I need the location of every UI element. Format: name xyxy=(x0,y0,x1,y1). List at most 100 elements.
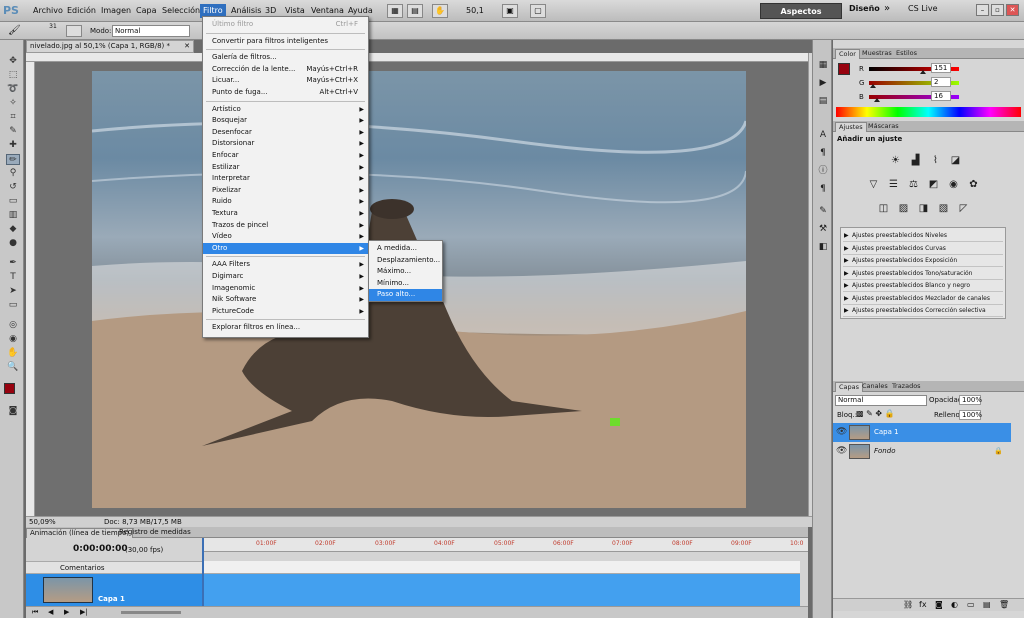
minimize-icon[interactable]: – xyxy=(976,4,989,16)
submenu-item[interactable]: Desplazamiento... xyxy=(369,255,442,267)
new-layer-icon[interactable]: ▤ xyxy=(983,600,991,609)
more-workspaces[interactable]: » xyxy=(884,3,890,14)
type-tool-icon[interactable]: T xyxy=(6,272,20,283)
clone-stamp-icon[interactable]: ⚲ xyxy=(6,168,20,179)
vibrance-icon[interactable]: ▽ xyxy=(867,179,880,191)
filter-menu-item[interactable]: Nik Software ▶ xyxy=(203,294,368,306)
preset-levels[interactable]: Ajustes preestablecidos Niveles xyxy=(843,230,1003,242)
filter-menu-item[interactable]: Galería de filtros... xyxy=(203,52,368,64)
filter-menu-item[interactable]: Enfocar ▶ xyxy=(203,150,368,162)
tab-swatches[interactable]: Muestras xyxy=(859,49,895,59)
zoom-tool-icon[interactable]: 🔍 xyxy=(6,362,20,373)
menu-capa[interactable]: Capa xyxy=(133,4,159,18)
workspace-design[interactable]: Diseño xyxy=(849,4,880,13)
slider-marker[interactable] xyxy=(869,84,876,88)
photo-filter-icon[interactable]: ◉ xyxy=(947,179,960,191)
zoom-level[interactable]: 50,1 xyxy=(463,4,487,18)
tab-adjustments[interactable]: Ajustes xyxy=(835,122,867,132)
posterize-icon[interactable]: ▨ xyxy=(897,203,910,215)
layer-comps-icon[interactable]: ◧ xyxy=(817,242,829,253)
lock-icons[interactable]: ▩ ✎ ✥ 🔒 xyxy=(856,409,895,418)
opacity-input[interactable]: 100% xyxy=(959,395,982,405)
status-zoom[interactable]: 50,09% xyxy=(29,517,56,527)
filter-menu-item[interactable]: PictureCode ▶ xyxy=(203,306,368,318)
filter-menu-item[interactable]: Explorar filtros en línea... xyxy=(203,322,368,334)
bridge-icon[interactable]: ▦ xyxy=(387,4,403,18)
menu-imagen[interactable]: Imagen xyxy=(98,4,134,18)
shape-tool-icon[interactable]: ▭ xyxy=(6,300,20,311)
mode-select[interactable]: Normal xyxy=(112,25,190,37)
add-mask-icon[interactable]: ◙ xyxy=(935,600,943,609)
info-icon[interactable]: ⓘ xyxy=(817,166,829,177)
filter-menu-item[interactable]: Otro ▶ xyxy=(203,242,368,255)
crop-tool-icon[interactable]: ⌗ xyxy=(6,112,20,123)
green-value[interactable]: 2 xyxy=(931,77,951,87)
link-layers-icon[interactable]: ⛓ xyxy=(903,600,913,609)
filter-menu-item[interactable]: Licuar... Mayús+Ctrl+X xyxy=(203,75,368,87)
comments-track[interactable] xyxy=(204,561,800,574)
healing-brush-icon[interactable]: ✚ xyxy=(6,140,20,151)
submenu-item[interactable]: Máximo... xyxy=(369,266,442,278)
filter-menu-item[interactable]: Estilizar ▶ xyxy=(203,162,368,174)
preset-black-white[interactable]: Ajustes preestablecidos Blanco y negro xyxy=(843,280,1003,292)
threshold-icon[interactable]: ◨ xyxy=(917,203,930,215)
hue-saturation-icon[interactable]: ☰ xyxy=(887,179,900,191)
submenu-item[interactable]: Paso alto... xyxy=(369,289,442,301)
close-icon[interactable]: ✕ xyxy=(1006,4,1019,16)
hand-tool-icon[interactable]: ✋ xyxy=(6,348,20,359)
pen-tool-icon[interactable]: ✒ xyxy=(6,258,20,269)
visibility-eye-icon[interactable]: 👁 xyxy=(836,423,847,442)
preset-exposure[interactable]: Ajustes preestablecidos Exposición xyxy=(843,255,1003,267)
tool-presets-icon[interactable]: ⚒ xyxy=(817,224,829,235)
close-tab-icon[interactable]: ✕ xyxy=(184,41,190,52)
prev-frame-icon[interactable]: ◀ xyxy=(48,608,53,616)
filter-menu-item[interactable]: Interpretar ▶ xyxy=(203,173,368,185)
minibridge-icon[interactable]: ▤ xyxy=(407,4,423,18)
3d-orbit-icon[interactable]: ◉ xyxy=(6,334,20,345)
character-icon[interactable]: A xyxy=(817,130,829,141)
layer-capa-1[interactable]: 👁 Capa 1 xyxy=(833,423,1011,442)
3d-rotate-icon[interactable]: ◎ xyxy=(6,320,20,331)
curves-icon[interactable]: ⌇ xyxy=(929,155,942,167)
filter-menu-item[interactable]: Corrección de la lente... Mayús+Ctrl+R xyxy=(203,64,368,76)
preset-hue-saturation[interactable]: Ajustes preestablecidos Tono/saturación xyxy=(843,268,1003,280)
filter-menu-item[interactable]: Convertir para filtros inteligentes xyxy=(203,36,368,48)
filter-menu-item[interactable]: Trazos de pincel ▶ xyxy=(203,220,368,232)
channel-mixer-icon[interactable]: ✿ xyxy=(967,179,980,191)
submenu-item[interactable]: Mínimo... xyxy=(369,278,442,290)
arrange-icon[interactable]: ▣ xyxy=(502,4,518,18)
layer-style-icon[interactable]: fx xyxy=(919,600,927,609)
filter-menu-item[interactable]: Punto de fuga... Alt+Ctrl+V xyxy=(203,87,368,99)
layer-fondo[interactable]: 👁 Fondo 🔒 xyxy=(833,442,1011,461)
filter-menu-item[interactable]: Textura ▶ xyxy=(203,208,368,220)
paragraph-icon[interactable]: ¶ xyxy=(817,148,829,159)
levels-icon[interactable]: ▟ xyxy=(909,155,922,167)
quick-select-icon[interactable]: ✧ xyxy=(6,98,20,109)
document-tab[interactable]: nivelado.jpg al 50,1% (Capa 1, RGB/8) * … xyxy=(26,40,194,53)
brush-presets-icon[interactable]: ✎ xyxy=(817,206,829,217)
menu-seleccion[interactable]: Selección xyxy=(159,4,203,18)
brush-size[interactable]: 31 xyxy=(46,23,60,30)
red-value[interactable]: 151 xyxy=(931,63,951,73)
path-select-icon[interactable]: ➤ xyxy=(6,286,20,297)
color-spectrum[interactable] xyxy=(836,107,1021,117)
timeline-layer-row[interactable]: Capa 1 xyxy=(26,574,204,606)
visibility-eye-icon[interactable]: 👁 xyxy=(836,442,847,461)
preset-curves[interactable]: Ajustes preestablecidos Curvas xyxy=(843,243,1003,255)
eyedropper-icon[interactable]: ✎ xyxy=(6,126,20,137)
submenu-item[interactable]: A medida... xyxy=(369,243,442,255)
slider-marker[interactable] xyxy=(919,70,926,74)
zoom-slider[interactable] xyxy=(121,611,181,614)
filter-menu-item[interactable]: Bosquejar ▶ xyxy=(203,115,368,127)
new-group-icon[interactable]: ▭ xyxy=(967,600,975,609)
lasso-tool-icon[interactable]: ➰ xyxy=(6,84,20,95)
filter-menu-item[interactable]: AAA Filters ▶ xyxy=(203,259,368,271)
layer-name[interactable]: Capa 1 xyxy=(874,423,899,442)
adjustment-layer-icon[interactable]: ◐ xyxy=(951,600,958,609)
history-brush-icon[interactable]: ↺ xyxy=(6,182,20,193)
color-balance-icon[interactable]: ⚖ xyxy=(907,179,920,191)
tab-channels[interactable]: Canales xyxy=(859,382,891,392)
brush-tool-icon[interactable]: ✏ xyxy=(6,154,20,165)
filter-menu-item[interactable]: Imagenomic ▶ xyxy=(203,283,368,295)
menu-archivo[interactable]: Archivo xyxy=(30,4,66,18)
